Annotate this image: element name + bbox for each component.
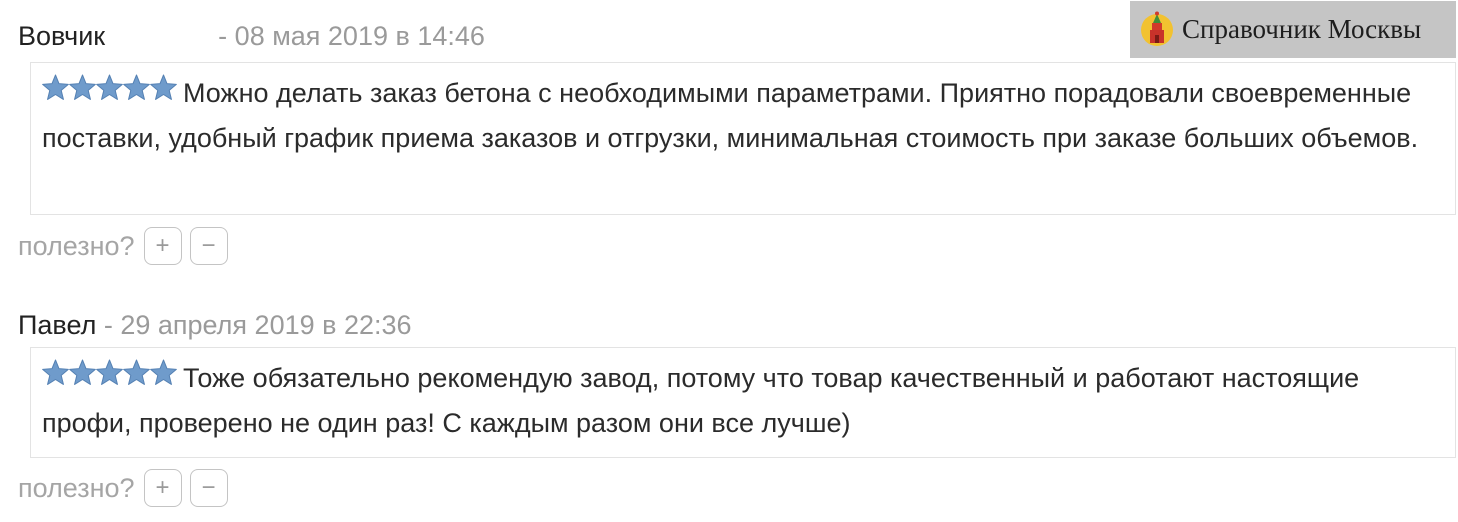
useful-vote: полезно? + − <box>18 225 236 267</box>
review-author: Павел <box>18 310 97 340</box>
review-text: Можно делать заказ бетона с необходимыми… <box>42 78 1419 153</box>
review-separator: - <box>103 310 113 340</box>
star-icon <box>96 359 123 385</box>
vote-up-button[interactable]: + <box>143 227 182 265</box>
review-author: Вовчик <box>18 21 106 51</box>
minus-icon: − <box>201 474 216 501</box>
rating-stars <box>42 359 177 402</box>
vote-down-button[interactable]: − <box>189 227 228 265</box>
vote-up-button[interactable]: + <box>143 469 182 507</box>
review-body: Тоже обязательно рекомендую завод, потом… <box>30 347 1456 458</box>
review-header: Вовчик - 08 мая 2019 в 14:46 <box>18 20 485 52</box>
star-icon <box>96 74 123 100</box>
plus-icon: + <box>155 232 170 259</box>
star-icon <box>42 74 69 100</box>
rating-stars <box>42 74 177 117</box>
star-icon <box>69 74 96 100</box>
review-date: 29 апреля 2019 в 22:36 <box>120 310 412 340</box>
review-body: Можно делать заказ бетона с необходимыми… <box>30 62 1456 215</box>
minus-icon: − <box>201 232 216 259</box>
star-icon <box>123 74 150 100</box>
review-header: Павел - 29 апреля 2019 в 22:36 <box>18 309 412 341</box>
useful-vote: полезно? + − <box>18 467 236 509</box>
brand-badge[interactable]: Справочник Москвы <box>1130 1 1456 58</box>
review-date: 08 мая 2019 в 14:46 <box>234 21 485 51</box>
star-icon <box>150 74 177 100</box>
star-icon <box>123 359 150 385</box>
vote-down-button[interactable]: − <box>189 469 228 507</box>
star-icon <box>69 359 96 385</box>
review-separator: - <box>218 21 228 51</box>
star-icon <box>42 359 69 385</box>
review-text: Тоже обязательно рекомендую завод, потом… <box>42 363 1360 438</box>
useful-label: полезно? <box>18 472 135 503</box>
star-icon <box>150 359 177 385</box>
kremlin-tower-icon <box>1141 11 1173 46</box>
plus-icon: + <box>155 474 170 501</box>
brand-title: Справочник Москвы <box>1182 14 1422 44</box>
useful-label: полезно? <box>18 230 135 261</box>
